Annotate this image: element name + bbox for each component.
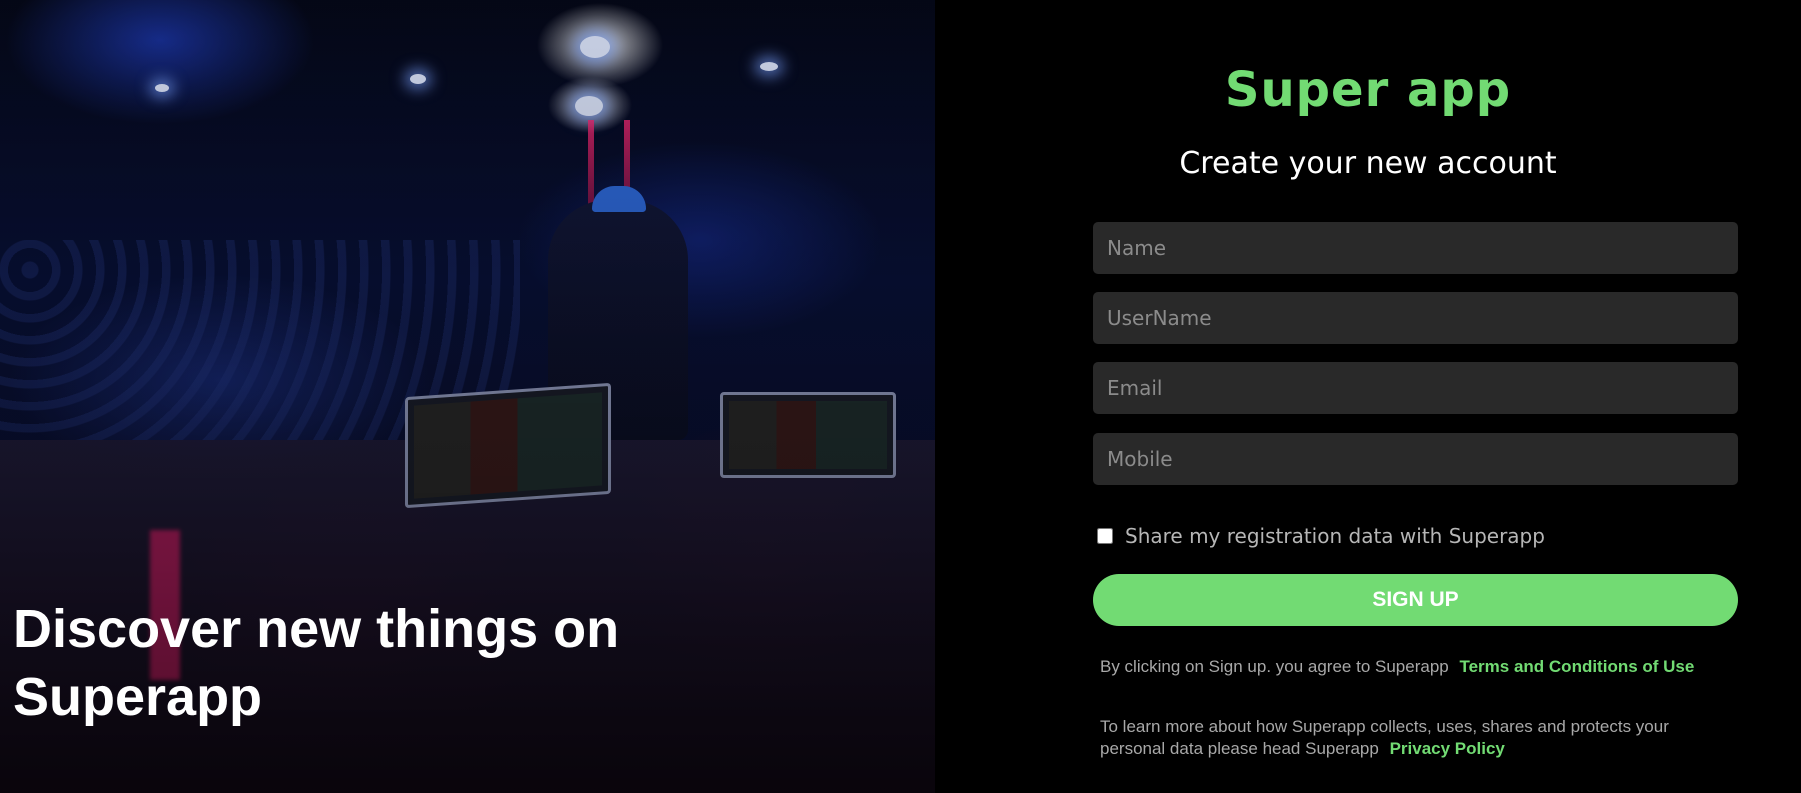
- sign-up-button[interactable]: SIGN UP: [1093, 574, 1738, 626]
- privacy-text: To learn more about how Superapp collect…: [1100, 717, 1669, 758]
- hero-title: Discover new things on Superapp: [13, 599, 620, 727]
- username-input[interactable]: [1093, 292, 1738, 344]
- share-data-checkbox[interactable]: [1097, 528, 1113, 544]
- terms-notice: By clicking on Sign up. you agree to Sup…: [1100, 656, 1720, 678]
- name-input[interactable]: [1093, 222, 1738, 274]
- privacy-notice: To learn more about how Superapp collect…: [1100, 716, 1720, 760]
- email-input[interactable]: [1093, 362, 1738, 414]
- signup-panel: Super app Create your new account Share …: [935, 0, 1801, 793]
- terms-text: By clicking on Sign up. you agree to Sup…: [1100, 657, 1449, 676]
- brand-logo: Super app: [1224, 62, 1512, 118]
- hero-image: Discover new things on Superapp: [0, 0, 935, 793]
- share-data-option[interactable]: Share my registration data with Superapp: [1097, 524, 1545, 548]
- terms-link[interactable]: Terms and Conditions of Use: [1459, 657, 1694, 676]
- share-data-label: Share my registration data with Superapp: [1125, 524, 1545, 548]
- privacy-policy-link[interactable]: Privacy Policy: [1390, 739, 1505, 758]
- mobile-input[interactable]: [1093, 433, 1738, 485]
- form-heading: Create your new account: [1179, 146, 1557, 181]
